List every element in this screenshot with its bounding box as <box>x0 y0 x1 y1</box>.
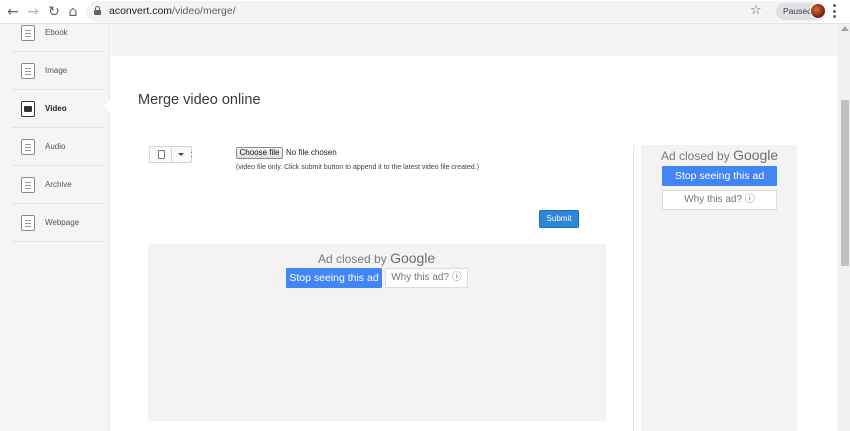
image-icon <box>21 62 35 79</box>
scroll-thumb[interactable] <box>841 100 849 266</box>
document-icon[interactable] <box>158 150 165 159</box>
why-this-ad-button[interactable]: Why this ad? ⓘ <box>662 190 777 210</box>
ad-closed-prefix: Ad closed by <box>661 149 730 163</box>
file-source-dropdown[interactable] <box>149 146 192 163</box>
choose-file-button[interactable]: Choose file <box>236 147 283 159</box>
ebook-icon <box>21 24 35 41</box>
sidebar-item-label: Audio <box>45 142 66 151</box>
sidebar-item-archive[interactable]: Archive <box>12 166 105 204</box>
sidebar-item-ebook[interactable]: Ebook <box>12 14 105 52</box>
sidebar-item-image[interactable]: Image <box>12 52 105 90</box>
sidebar-item-webpage[interactable]: Webpage <box>12 204 105 242</box>
audio-icon <box>21 138 35 155</box>
ad-closed-label: Ad closed by Google <box>318 250 435 266</box>
page-title: Merge video online <box>138 92 261 108</box>
file-hint-text: (video file only. Click submit button to… <box>236 164 480 171</box>
google-logo-text: Google <box>390 250 436 266</box>
url-path: /video/merge/ <box>172 5 236 17</box>
ad-closed-prefix: Ad closed by <box>318 252 387 266</box>
stop-seeing-ad-button[interactable]: Stop seeing this ad <box>662 166 777 186</box>
scroll-up-arrow-icon[interactable] <box>841 26 849 31</box>
sidebar-item-audio[interactable]: Audio <box>12 128 105 166</box>
stop-seeing-ad-button[interactable]: Stop seeing this ad <box>286 268 382 288</box>
sidebar-item-video[interactable]: Video <box>12 90 105 128</box>
sidebar-item-label: Webpage <box>45 218 80 227</box>
star-icon[interactable]: ☆ <box>750 3 762 18</box>
why-this-ad-button[interactable]: Why this ad? ⓘ <box>385 268 468 288</box>
profile-status: Paused <box>783 6 812 16</box>
scrollbar[interactable] <box>838 24 850 431</box>
sidebar-item-label: Image <box>45 66 68 75</box>
sidebar-item-label: Ebook <box>45 28 68 37</box>
ad-slot-side: Ad closed by Google Stop seeing this ad … <box>641 145 797 431</box>
file-status-text: No file chosen <box>286 148 337 157</box>
url-domain: aconvert.com <box>109 5 173 17</box>
chevron-down-icon[interactable] <box>178 153 184 156</box>
archive-icon <box>21 176 35 193</box>
menu-dots-icon[interactable] <box>833 4 836 18</box>
google-logo-text: Google <box>733 147 779 163</box>
sidebar: Ebook Image Video Audio Archive Webpage <box>0 24 110 431</box>
address-bar[interactable]: aconvert.com/video/merge/ ☆ Paused <box>86 1 826 22</box>
colon-label: : <box>190 149 193 159</box>
divider <box>633 145 634 431</box>
top-band <box>111 24 838 56</box>
url-text[interactable]: aconvert.com/video/merge/ <box>109 5 236 17</box>
sidebar-item-label: Video <box>45 104 67 113</box>
avatar[interactable] <box>810 3 826 19</box>
sidebar-item-label: Archive <box>45 180 72 189</box>
active-indicator <box>104 99 111 113</box>
webpage-icon <box>21 214 35 231</box>
browser-toolbar: ← → ↻ ⌂ aconvert.com/video/merge/ ☆ Paus… <box>0 0 850 24</box>
video-icon <box>21 100 35 117</box>
ad-closed-label: Ad closed by Google <box>661 147 778 163</box>
divider <box>171 147 172 162</box>
ad-slot-main: Ad closed by Google Stop seeing this ad … <box>148 244 606 421</box>
submit-button[interactable]: Submit <box>539 210 579 228</box>
